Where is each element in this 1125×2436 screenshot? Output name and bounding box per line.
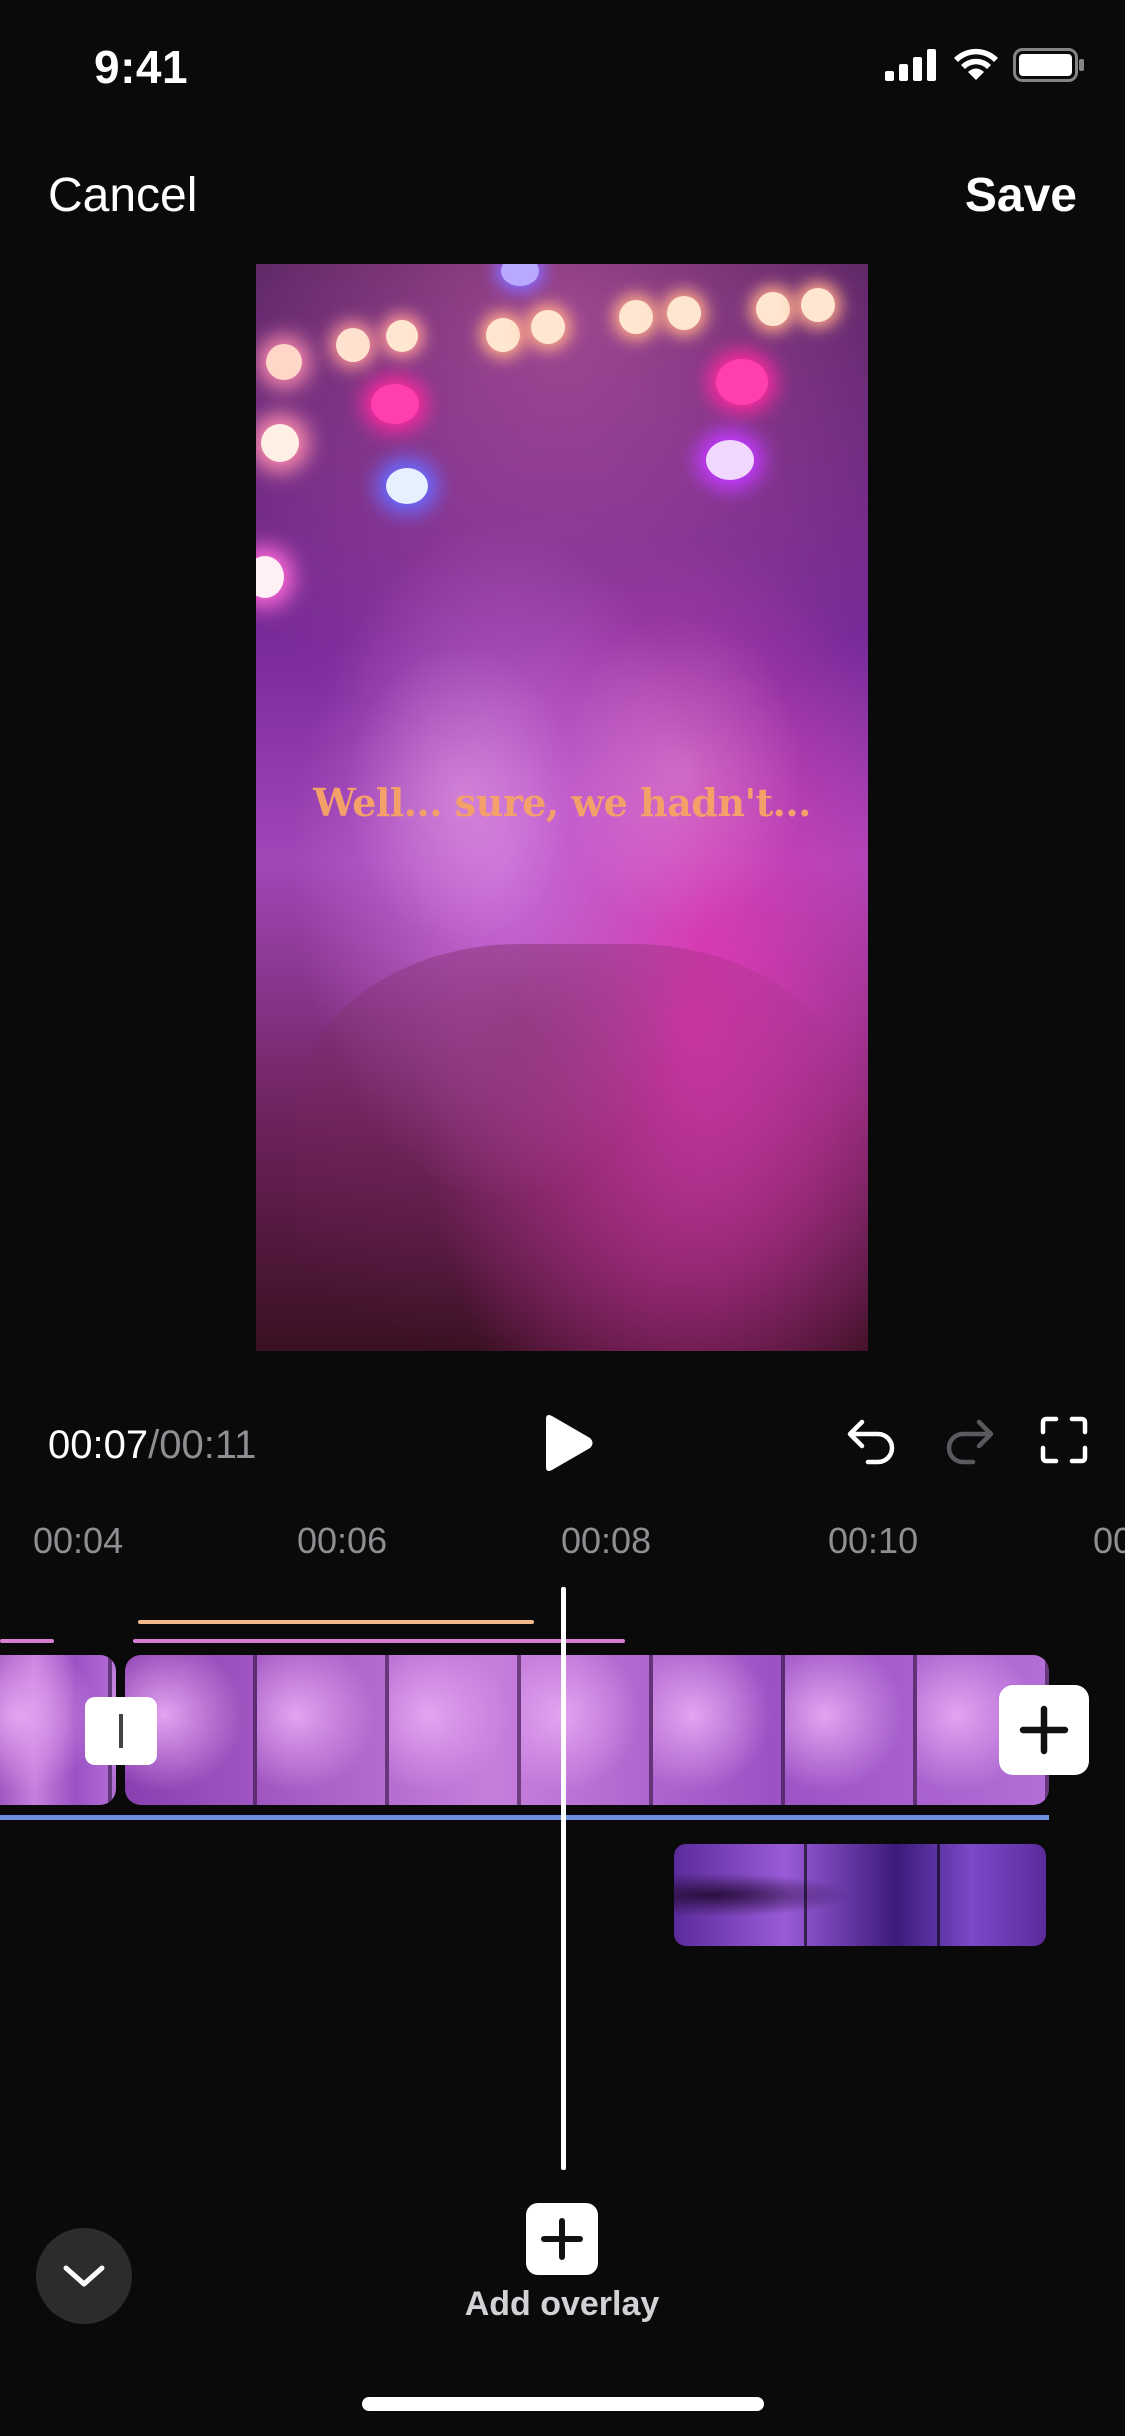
undo-icon (847, 1419, 895, 1465)
audio-track-line[interactable] (138, 1620, 534, 1624)
add-overlay-button[interactable] (526, 2203, 598, 2275)
video-preview[interactable]: Well... sure, we hadn't... (256, 264, 868, 1351)
ruler-tick: 00: (1093, 1520, 1125, 1561)
battery-icon (1013, 48, 1084, 82)
cancel-button[interactable]: Cancel (48, 168, 197, 223)
add-overlay-label[interactable]: Add overlay (462, 2286, 662, 2322)
status-icons (885, 48, 1085, 82)
audio-track-line[interactable] (0, 1639, 54, 1643)
total-time: 00:11 (159, 1423, 257, 1467)
ruler-tick: 00:08 (561, 1520, 652, 1561)
play-icon (546, 1415, 593, 1471)
redo-icon (946, 1419, 994, 1465)
save-button[interactable]: Save (965, 168, 1077, 223)
ruler-tick: 00:06 (297, 1520, 388, 1561)
undo-button[interactable] (846, 1414, 898, 1466)
fullscreen-button[interactable] (1040, 1416, 1088, 1464)
video-clip[interactable] (125, 1655, 1049, 1805)
clip-trim-handle[interactable] (85, 1697, 157, 1765)
playhead[interactable] (561, 1587, 566, 2170)
status-time: 9:41 (94, 41, 189, 93)
ruler-tick: 00:10 (828, 1520, 919, 1561)
wifi-icon (954, 48, 998, 80)
play-button[interactable] (540, 1413, 596, 1473)
plus-icon (1019, 1705, 1069, 1755)
audio-track-line[interactable] (133, 1639, 625, 1643)
signal-icon (885, 49, 936, 81)
timecode: 00:07/00:11 (48, 1423, 256, 1468)
time-separator: / (148, 1423, 160, 1467)
overlay-clip[interactable] (674, 1844, 1046, 1946)
plus-icon (541, 2218, 583, 2260)
fullscreen-icon (1040, 1416, 1088, 1464)
subtitle-overlay-text[interactable]: Well... sure, we hadn't... (256, 780, 868, 825)
current-time: 00:07 (48, 1423, 149, 1467)
main-track-baseline (0, 1815, 1049, 1820)
redo-button[interactable] (943, 1414, 995, 1466)
ruler-tick: 00:04 (33, 1520, 124, 1561)
chevron-down-icon (63, 2265, 105, 2287)
collapse-button[interactable] (36, 2228, 132, 2324)
home-indicator[interactable] (362, 2397, 764, 2411)
add-clip-button[interactable] (999, 1685, 1089, 1775)
